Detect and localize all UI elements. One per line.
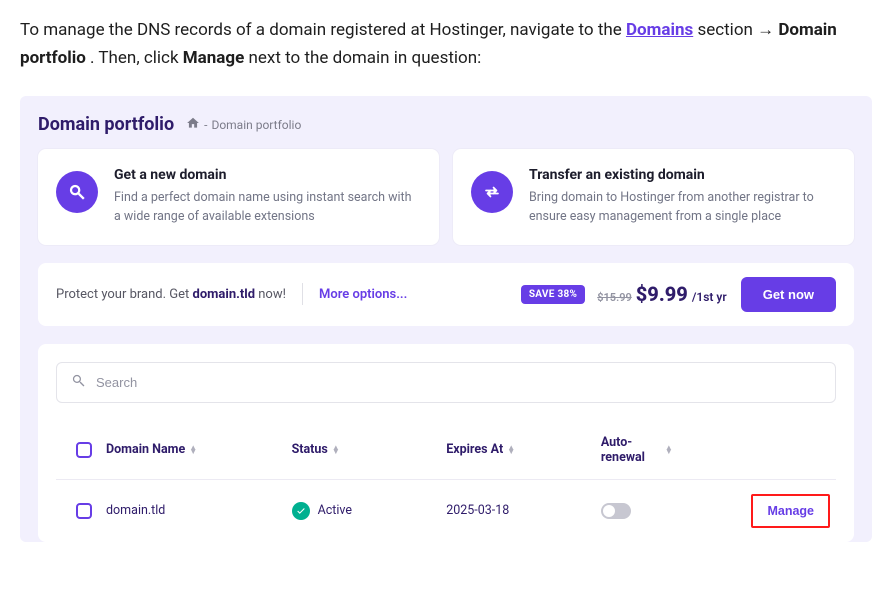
- intro-text: next to the domain in question:: [249, 48, 482, 68]
- card-title: Get a new domain: [114, 167, 421, 183]
- intro-text: section →: [697, 20, 778, 40]
- save-badge: SAVE 38%: [521, 285, 585, 304]
- intro-paragraph: To manage the DNS records of a domain re…: [20, 16, 872, 72]
- divider: [302, 283, 303, 305]
- cell-status: Active: [292, 502, 447, 520]
- sort-icon: ▲▼: [507, 446, 515, 454]
- domains-link[interactable]: Domains: [626, 20, 693, 40]
- card-new-domain[interactable]: Get a new domain Find a perfect domain n…: [38, 149, 439, 245]
- cell-domain: domain.tld: [106, 503, 292, 518]
- new-price: $9.99: [636, 282, 688, 306]
- breadcrumb-current: Domain portfolio: [211, 118, 301, 132]
- card-transfer-domain[interactable]: Transfer an existing domain Bring domain…: [453, 149, 854, 245]
- select-all-checkbox[interactable]: [76, 442, 92, 458]
- table-row: domain.tld Active 2025-03-18: [56, 479, 836, 542]
- auto-renewal-toggle[interactable]: [601, 503, 631, 519]
- intro-text: To manage the DNS records of a domain re…: [20, 20, 626, 40]
- check-circle-icon: [292, 502, 310, 520]
- sort-icon: ▲▼: [332, 446, 340, 454]
- status-label: Active: [318, 503, 352, 518]
- transfer-icon: [471, 171, 513, 213]
- col-domain-name[interactable]: Domain Name ▲▼: [106, 442, 197, 457]
- card-desc: Find a perfect domain name using instant…: [114, 189, 421, 227]
- intro-bold: Manage: [183, 48, 245, 68]
- old-price: $15.99: [597, 291, 632, 304]
- home-icon[interactable]: [186, 116, 200, 133]
- search-field[interactable]: [56, 362, 836, 403]
- col-expires[interactable]: Expires At ▲▼: [446, 442, 515, 457]
- price-period: /1st yr: [692, 290, 727, 304]
- search-icon: [71, 373, 86, 392]
- manage-button[interactable]: Manage: [751, 494, 830, 528]
- search-icon: [56, 171, 98, 213]
- more-options-link[interactable]: More options...: [319, 287, 407, 302]
- sort-icon: ▲▼: [189, 446, 197, 454]
- page-title: Domain portfolio: [38, 114, 174, 135]
- breadcrumb: - Domain portfolio: [186, 116, 301, 133]
- portfolio-panel: Domain portfolio - Domain portfolio Get …: [20, 96, 872, 542]
- cell-expires: 2025-03-18: [446, 503, 601, 518]
- sort-icon: ▲▼: [665, 446, 673, 454]
- get-now-button[interactable]: Get now: [741, 277, 836, 312]
- col-status[interactable]: Status ▲▼: [292, 442, 340, 457]
- toggle-knob: [603, 505, 615, 517]
- row-checkbox[interactable]: [76, 503, 92, 519]
- list-panel: Domain Name ▲▼ Status ▲▼ Expires At ▲▼: [38, 344, 854, 542]
- card-title: Transfer an existing domain: [529, 167, 836, 183]
- table-header-row: Domain Name ▲▼ Status ▲▼ Expires At ▲▼: [56, 421, 836, 479]
- breadcrumb-sep: -: [204, 118, 207, 132]
- panel-header: Domain portfolio - Domain portfolio: [38, 114, 854, 135]
- promo-bar: Protect your brand. Get domain.tld now! …: [38, 263, 854, 326]
- col-auto-renewal[interactable]: Auto-renewal ▲▼: [601, 435, 673, 465]
- price-block: $15.99 $9.99/1st yr: [597, 282, 727, 306]
- domains-table: Domain Name ▲▼ Status ▲▼ Expires At ▲▼: [56, 421, 836, 542]
- search-input[interactable]: [96, 375, 821, 390]
- cards-row: Get a new domain Find a perfect domain n…: [38, 149, 854, 245]
- card-desc: Bring domain to Hostinger from another r…: [529, 189, 836, 227]
- promo-text: Protect your brand. Get domain.tld now!: [56, 287, 286, 302]
- intro-text: . Then, click: [90, 48, 183, 68]
